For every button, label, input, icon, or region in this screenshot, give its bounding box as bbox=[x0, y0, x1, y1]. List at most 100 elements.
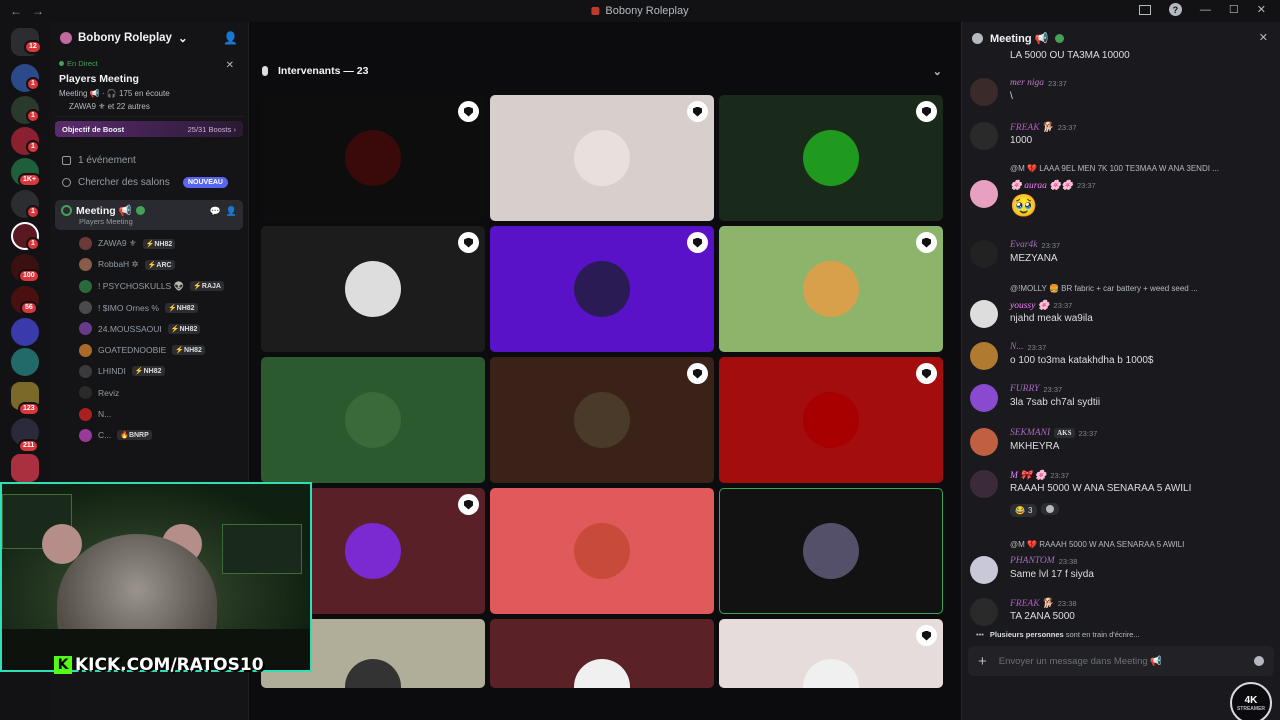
author-avatar[interactable] bbox=[970, 300, 998, 328]
boost-goal-bar[interactable]: Objectif de Boost 25/31 Boosts › bbox=[55, 121, 243, 137]
speaker-tile[interactable] bbox=[490, 226, 714, 352]
author-name[interactable]: youssy 🌸 bbox=[1010, 300, 1050, 311]
voice-member[interactable]: LHINDI ⚡NH82 bbox=[50, 361, 248, 382]
author-tag: AKS bbox=[1054, 428, 1075, 438]
back-arrow-icon[interactable]: ← bbox=[10, 4, 22, 18]
author-avatar[interactable] bbox=[970, 556, 998, 584]
forward-arrow-icon[interactable]: → bbox=[32, 4, 44, 18]
voice-member[interactable]: 24.MOUSSAOUI ⚡NH82 bbox=[50, 318, 248, 339]
reaction-button[interactable]: 😂 3 bbox=[1010, 504, 1038, 517]
speaker-tile[interactable] bbox=[490, 95, 714, 221]
voice-member[interactable]: N... bbox=[50, 403, 248, 424]
author-line: Evar4k 23:37 bbox=[1010, 240, 1060, 250]
speaker-tile[interactable] bbox=[719, 488, 943, 614]
close-chat-icon[interactable]: ✕ bbox=[1259, 31, 1268, 44]
guild-header[interactable]: Bobony Roleplay ⌄ 👤 bbox=[50, 22, 248, 54]
author-avatar[interactable] bbox=[970, 180, 998, 208]
member-tag: ⚡NH82 bbox=[142, 238, 176, 249]
author-line: mer niga 23:37 bbox=[1010, 78, 1067, 88]
voice-channel-meeting[interactable]: Meeting 📢 Players Meeting 💬 👤 bbox=[55, 200, 243, 230]
close-window-icon[interactable]: ✕ bbox=[1257, 3, 1266, 16]
voice-member[interactable]: ZAWA9 ⚜ ⚡NH82 bbox=[50, 233, 248, 254]
speaker-tile[interactable] bbox=[490, 488, 714, 614]
author-name[interactable]: mer niga bbox=[1010, 78, 1044, 88]
kick-banner: K KICK.COM/RATOS10 bbox=[54, 654, 264, 676]
live-status: En Direct bbox=[67, 59, 98, 68]
author-avatar[interactable] bbox=[970, 384, 998, 412]
help-icon[interactable]: ? bbox=[1168, 3, 1182, 16]
add-user-icon[interactable]: 👤 bbox=[226, 206, 237, 217]
live-title: Players Meeting bbox=[59, 73, 139, 85]
reply-preview[interactable]: @M 💔 RAAAH 5000 W ANA SENARAA 5 AWILI bbox=[1010, 540, 1184, 549]
author-name[interactable]: FREAK 🐕 bbox=[1010, 122, 1054, 133]
reply-preview[interactable]: @M 💔 LAAA 9EL MEN 7K 100 TE3MAA W ANA 3E… bbox=[1010, 164, 1219, 173]
author-name[interactable]: PHANTOM bbox=[1010, 556, 1055, 566]
author-line: FURRY 23:37 bbox=[1010, 384, 1062, 394]
voice-member[interactable]: Reviz bbox=[50, 382, 248, 403]
speakers-count: Intervenants — 23 bbox=[278, 65, 369, 77]
live-stage-card[interactable]: En Direct Players Meeting Meeting 📢 · 🎧 … bbox=[55, 54, 243, 117]
server-icon[interactable] bbox=[11, 454, 39, 482]
message-timestamp: 23:37 bbox=[1076, 181, 1096, 190]
speaker-tile[interactable] bbox=[719, 357, 943, 483]
speaker-tile[interactable] bbox=[261, 226, 485, 352]
maximize-icon[interactable]: ☐ bbox=[1229, 3, 1239, 16]
message-timestamp: 23:37 bbox=[1043, 384, 1063, 394]
speaker-tile[interactable] bbox=[719, 95, 943, 221]
status-dot-icon bbox=[1055, 33, 1065, 43]
speaker-avatar bbox=[345, 261, 401, 317]
message-input[interactable]: Envoyer un message dans Meeting 📢 bbox=[999, 656, 1242, 667]
voice-member[interactable]: ! $IMO Ornes % ⚡NH82 bbox=[50, 297, 248, 318]
kick-url: KICK.COM/RATOS10 bbox=[75, 655, 264, 675]
author-avatar[interactable] bbox=[970, 78, 998, 106]
author-avatar[interactable] bbox=[970, 598, 998, 626]
watermark-text: 4K bbox=[1244, 694, 1258, 706]
voice-member[interactable]: ! PSYCHOSKULLS 👽 ⚡RAJA bbox=[50, 276, 248, 297]
author-avatar[interactable] bbox=[970, 122, 998, 150]
live-speakers: ZAWA9 ⚜ et 22 autres bbox=[69, 102, 150, 111]
chat-bubble-icon[interactable]: 💬 bbox=[210, 206, 221, 217]
message-composer[interactable]: + Envoyer un message dans Meeting 📢 bbox=[968, 646, 1274, 676]
author-name[interactable]: Evar4k bbox=[1010, 240, 1037, 250]
attach-plus-icon[interactable]: + bbox=[978, 653, 987, 670]
speaker-tile[interactable] bbox=[490, 357, 714, 483]
author-avatar[interactable] bbox=[970, 428, 998, 456]
invite-people-icon[interactable]: 👤 bbox=[223, 31, 238, 45]
author-name[interactable]: 🌸 aurаа 🌸🌸 bbox=[1010, 180, 1073, 191]
voice-member[interactable]: GOATEDNOOBIE ⚡NH82 bbox=[50, 339, 248, 360]
chevron-down-icon: ⌄ bbox=[177, 33, 188, 45]
speaker-tile[interactable] bbox=[490, 619, 714, 688]
events-link[interactable]: 1 événement bbox=[50, 149, 248, 171]
speaker-tile[interactable] bbox=[719, 619, 943, 688]
author-avatar[interactable] bbox=[970, 470, 998, 498]
speaker-tile[interactable] bbox=[261, 95, 485, 221]
speaker-tile[interactable] bbox=[719, 226, 943, 352]
reply-text: @M 💔 LAAA 9EL MEN 7K 100 TE3MAA W ANA 3E… bbox=[1010, 164, 1219, 173]
browse-channels-link[interactable]: Chercher des salons NOUVEAU bbox=[50, 171, 248, 193]
voice-member[interactable]: RobbaH ✲ ⚡ARC bbox=[50, 254, 248, 275]
inbox-icon[interactable] bbox=[1138, 4, 1151, 15]
speaker-avatar bbox=[345, 392, 401, 448]
voice-member[interactable]: C... 🔥BNRP bbox=[50, 425, 248, 446]
reaction-count: 3 bbox=[1027, 506, 1033, 515]
speaker-tile[interactable] bbox=[261, 357, 485, 483]
author-avatar[interactable] bbox=[970, 342, 998, 370]
author-name[interactable]: SEKMANI bbox=[1010, 428, 1050, 438]
author-name[interactable]: FURRY bbox=[1010, 384, 1039, 394]
reply-preview[interactable]: @!MOLLY 🍔 BR fabric + car battery + weed… bbox=[1010, 284, 1198, 293]
add-reaction-icon[interactable] bbox=[1041, 503, 1060, 515]
speaker-avatar bbox=[803, 392, 859, 448]
author-name[interactable]: FREAK 🐕 bbox=[1010, 598, 1054, 609]
server-icon[interactable] bbox=[11, 348, 39, 376]
author-name[interactable]: M 🎀 🌸 bbox=[1010, 470, 1046, 481]
minimize-icon[interactable]: — bbox=[1200, 4, 1211, 16]
collapse-chevron-icon[interactable]: ⌄ bbox=[933, 65, 942, 78]
emoji-icon[interactable] bbox=[1254, 656, 1264, 666]
moderator-shield-icon bbox=[458, 232, 479, 253]
author-name[interactable]: N... bbox=[1010, 342, 1023, 352]
browse-label: Chercher des salons bbox=[78, 176, 170, 188]
server-icon[interactable] bbox=[11, 318, 39, 346]
title-bar: ← → Bobony Roleplay ? — ☐ ✕ bbox=[0, 0, 1280, 22]
dismiss-icon[interactable]: ✕ bbox=[226, 60, 234, 71]
author-avatar[interactable] bbox=[970, 240, 998, 268]
